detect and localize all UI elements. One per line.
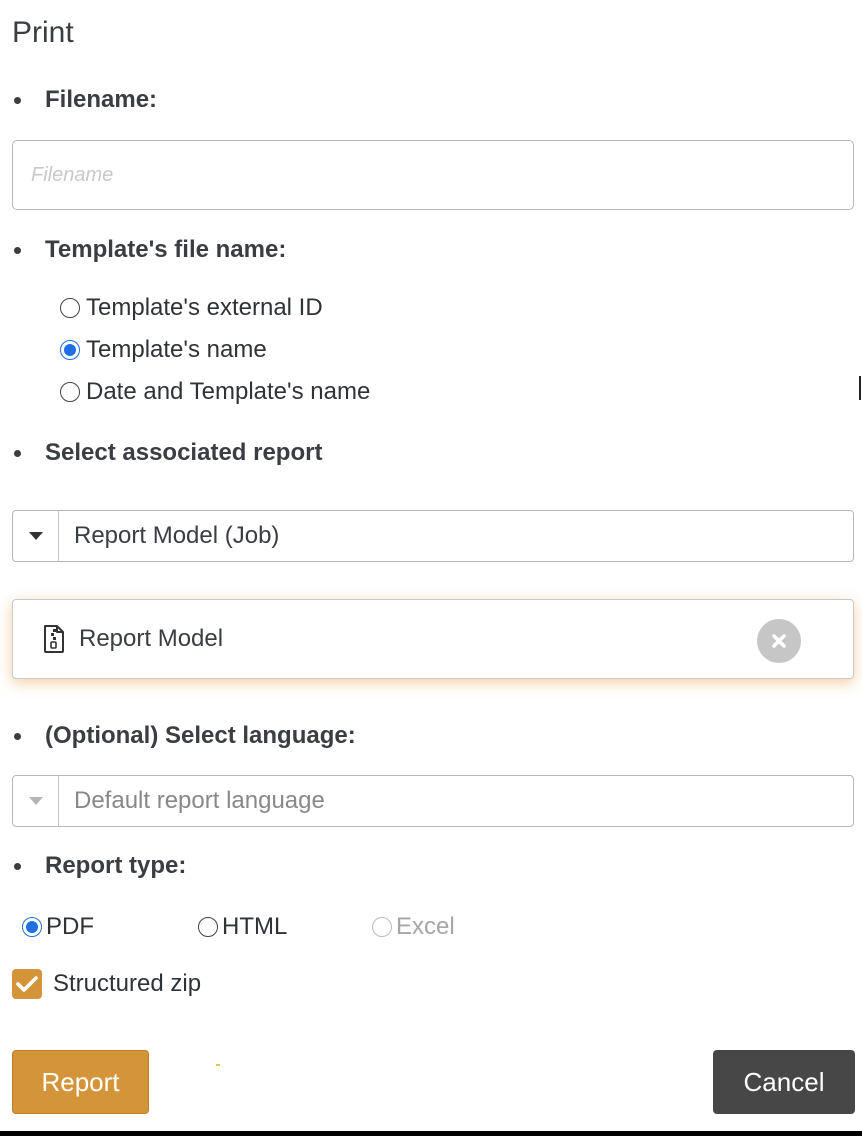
language-section-label: (Optional) Select language: xyxy=(12,722,356,750)
bullet-icon xyxy=(14,246,21,254)
radio-label: Date and Template's name xyxy=(86,378,371,405)
report-button[interactable]: Report xyxy=(12,1050,149,1114)
checkbox-checked[interactable] xyxy=(12,969,42,999)
structured-zip-checkbox-row[interactable]: Structured zip xyxy=(12,969,201,999)
report-type-section-label: Report type: xyxy=(12,852,186,880)
selected-report-chip: Report Model xyxy=(12,599,854,679)
radio-report-type-pdf[interactable]: PDF xyxy=(22,913,94,941)
template-file-name-label: Template's file name: xyxy=(45,236,287,263)
checkmark-icon xyxy=(16,976,38,992)
template-file-name-section-label: Template's file name: xyxy=(12,236,286,264)
filename-input[interactable] xyxy=(12,140,854,210)
structured-zip-label: Structured zip xyxy=(53,970,202,997)
bullet-icon xyxy=(14,732,21,740)
document-icon xyxy=(44,625,64,653)
associated-report-section-label: Select associated report xyxy=(12,439,322,467)
report-type-label: Report type: xyxy=(45,852,187,879)
radio-label: Excel xyxy=(396,913,455,940)
associated-report-select[interactable]: Report Model (Job) xyxy=(12,510,854,562)
close-icon xyxy=(772,634,786,648)
radio-label: HTML xyxy=(222,913,288,940)
language-label: (Optional) Select language: xyxy=(45,722,356,749)
dialog-title: Print xyxy=(12,16,74,49)
radio-label: Template's external ID xyxy=(86,294,323,321)
radio-label: Template's name xyxy=(86,336,267,363)
dropdown-toggle[interactable] xyxy=(13,511,59,561)
radio-report-type-html[interactable]: HTML xyxy=(198,913,287,941)
radio-checked-icon[interactable] xyxy=(22,917,42,937)
associated-report-selected: Report Model (Job) xyxy=(74,522,280,549)
radio-report-type-excel: Excel xyxy=(372,913,455,941)
radio-checked-icon[interactable] xyxy=(60,340,80,360)
decorative-speck xyxy=(216,1064,220,1066)
bullet-icon xyxy=(14,449,21,457)
caret-down-icon xyxy=(28,797,43,805)
associated-report-label: Select associated report xyxy=(45,439,323,466)
bullet-icon xyxy=(14,96,21,104)
radio-template-external-id[interactable]: Template's external ID xyxy=(60,294,323,322)
bottom-border xyxy=(0,1131,862,1136)
bullet-icon xyxy=(14,862,21,870)
radio-unchecked-icon[interactable] xyxy=(198,917,218,937)
selected-report-label: Report Model xyxy=(79,625,224,652)
filename-section-label: Filename: xyxy=(12,86,157,114)
cursor-edge-mark xyxy=(859,376,861,400)
radio-template-name[interactable]: Template's name xyxy=(60,336,267,364)
language-select[interactable]: Default report language xyxy=(12,775,854,827)
radio-disabled-icon xyxy=(372,917,392,937)
dropdown-toggle[interactable] xyxy=(13,776,59,826)
remove-report-button[interactable] xyxy=(757,619,801,663)
caret-down-icon xyxy=(28,532,43,540)
radio-unchecked-icon[interactable] xyxy=(60,298,80,318)
radio-label: PDF xyxy=(46,913,94,940)
filename-label: Filename: xyxy=(45,86,158,113)
cancel-button[interactable]: Cancel xyxy=(713,1050,855,1114)
language-selected: Default report language xyxy=(74,787,325,814)
radio-unchecked-icon[interactable] xyxy=(60,382,80,402)
radio-date-and-template-name[interactable]: Date and Template's name xyxy=(60,378,370,406)
